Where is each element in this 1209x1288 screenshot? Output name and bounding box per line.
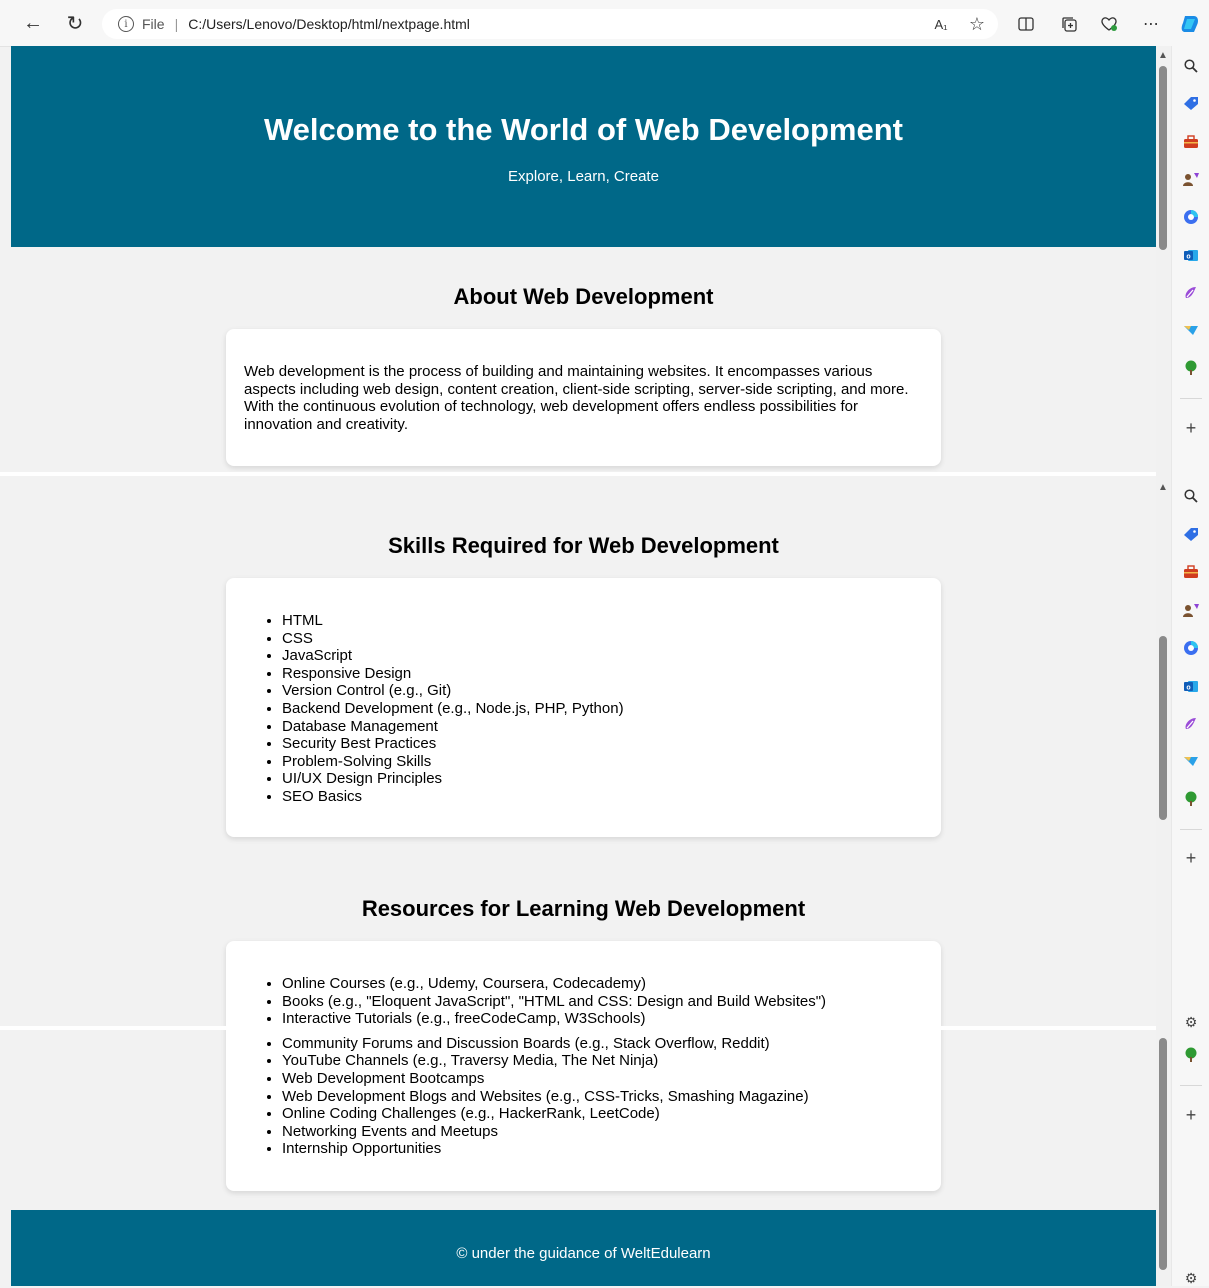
list-item: UI/UX Design Principles [282, 770, 941, 788]
hero-subtitle: Explore, Learn, Create [508, 168, 659, 185]
file-label: File [142, 16, 165, 32]
more-icon[interactable]: ⋯ [1138, 11, 1164, 37]
address-separator: | [174, 16, 179, 32]
shopping-icon[interactable] [1181, 524, 1201, 544]
tree-icon[interactable] [1181, 358, 1201, 378]
microsoft365-icon[interactable] [1181, 638, 1201, 658]
list-item: Version Control (e.g., Git) [282, 682, 941, 700]
tools-icon[interactable] [1181, 562, 1201, 582]
tree-icon[interactable] [1181, 1045, 1201, 1065]
microsoft365-icon[interactable] [1181, 207, 1201, 227]
scrollbar-thumb[interactable] [1159, 66, 1167, 250]
list-item: HTML [282, 612, 941, 630]
outlook-icon[interactable]: o [1181, 676, 1201, 696]
designer-icon[interactable] [1181, 283, 1201, 303]
list-item: Online Coding Challenges (e.g., HackerRa… [282, 1105, 941, 1123]
list-item: Backend Development (e.g., Node.js, PHP,… [282, 700, 941, 718]
back-arrow-icon[interactable]: ← [18, 9, 48, 37]
list-item: Security Best Practices [282, 735, 941, 753]
designer-icon[interactable] [1181, 714, 1201, 734]
tools-icon[interactable] [1181, 132, 1201, 152]
add-icon[interactable]: + [1181, 1105, 1201, 1125]
games-icon[interactable] [1181, 600, 1201, 620]
shopping-icon[interactable] [1181, 93, 1201, 113]
list-item: Problem-Solving Skills [282, 753, 941, 771]
svg-text:o: o [1186, 253, 1190, 260]
search-icon[interactable] [1181, 486, 1201, 506]
scroll-up-arrow-icon[interactable]: ▲ [1158, 482, 1168, 493]
scrollbar-thumb[interactable] [1159, 1038, 1167, 1270]
sidebar-divider [1180, 398, 1202, 399]
list-item: Web Development Blogs and Websites (e.g.… [282, 1088, 941, 1106]
footer-text: © under the guidance of WeltEdulearn [456, 1245, 711, 1262]
drop-icon[interactable] [1181, 751, 1201, 771]
browser-toolbar: ← ↻ i File | C:/Users/Lenovo/Desktop/htm… [0, 0, 1209, 47]
tree-icon[interactable] [1181, 789, 1201, 809]
settings-gear-icon[interactable]: ⚙ [1181, 1012, 1201, 1032]
page-footer: © under the guidance of WeltEdulearn [11, 1210, 1156, 1286]
skills-card: HTML CSS JavaScript Responsive Design Ve… [226, 578, 941, 837]
favorite-star-icon[interactable]: ☆ [964, 11, 990, 37]
list-item: Networking Events and Meetups [282, 1123, 941, 1141]
add-icon[interactable]: + [1181, 418, 1201, 438]
about-card: Web development is the process of buildi… [226, 329, 941, 466]
info-icon[interactable]: i [118, 16, 134, 32]
search-icon[interactable] [1181, 56, 1201, 76]
sidebar-divider [1180, 1085, 1202, 1086]
scroll-up-arrow-icon[interactable]: ▲ [1158, 50, 1168, 61]
drop-icon[interactable] [1181, 320, 1201, 340]
split-screen-icon[interactable] [1013, 11, 1039, 37]
read-aloud-icon[interactable]: A₁ [928, 11, 954, 37]
list-item: YouTube Channels (e.g., Traversy Media, … [282, 1052, 941, 1070]
settings-gear-icon[interactable]: ⚙ [1181, 1268, 1201, 1288]
list-item: Online Courses (e.g., Udemy, Coursera, C… [282, 975, 941, 993]
skills-heading: Skills Required for Web Development [388, 533, 779, 558]
address-bar[interactable]: i File | C:/Users/Lenovo/Desktop/html/ne… [102, 9, 998, 39]
list-item: Responsive Design [282, 665, 941, 683]
collections-icon[interactable] [1056, 11, 1082, 37]
page-viewport: Welcome to the World of Web Development … [11, 46, 1156, 1286]
add-icon[interactable]: + [1181, 848, 1201, 868]
stitch-seam [0, 1026, 1156, 1030]
resources-heading: Resources for Learning Web Development [361, 896, 806, 921]
scrollbar-thumb[interactable] [1159, 636, 1167, 820]
list-item: CSS [282, 630, 941, 648]
skills-list: HTML CSS JavaScript Responsive Design Ve… [226, 578, 941, 806]
resources-list: Online Courses (e.g., Udemy, Coursera, C… [226, 941, 941, 1028]
games-icon[interactable] [1181, 169, 1201, 189]
refresh-icon[interactable]: ↻ [60, 9, 90, 37]
url-text[interactable]: C:/Users/Lenovo/Desktop/html/nextpage.ht… [188, 16, 470, 32]
copilot-icon[interactable] [1177, 11, 1203, 37]
sidebar-divider [1180, 829, 1202, 830]
list-item: Web Development Bootcamps [282, 1070, 941, 1088]
list-item: Internship Opportunities [282, 1140, 941, 1158]
resources-list-continued: Community Forums and Discussion Boards (… [226, 1028, 941, 1158]
list-item: Community Forums and Discussion Boards (… [282, 1035, 941, 1053]
hero-title: Welcome to the World of Web Development [263, 112, 903, 147]
hero-header: Welcome to the World of Web Development … [11, 46, 1156, 247]
outlook-icon[interactable]: o [1181, 245, 1201, 265]
stitch-seam [0, 472, 1156, 476]
about-text: Web development is the process of buildi… [244, 363, 909, 433]
list-item: SEO Basics [282, 788, 941, 806]
list-item: Books (e.g., "Eloquent JavaScript", "HTM… [282, 993, 941, 1011]
resources-card: Online Courses (e.g., Udemy, Coursera, C… [226, 941, 941, 1191]
edge-sidebar: o + o + ⚙ + ⚙ [1171, 46, 1209, 1286]
list-item: Database Management [282, 718, 941, 736]
list-item: JavaScript [282, 647, 941, 665]
browser-essentials-icon[interactable] [1096, 11, 1122, 37]
about-heading: About Web Development [453, 284, 714, 309]
svg-text:o: o [1186, 684, 1190, 691]
